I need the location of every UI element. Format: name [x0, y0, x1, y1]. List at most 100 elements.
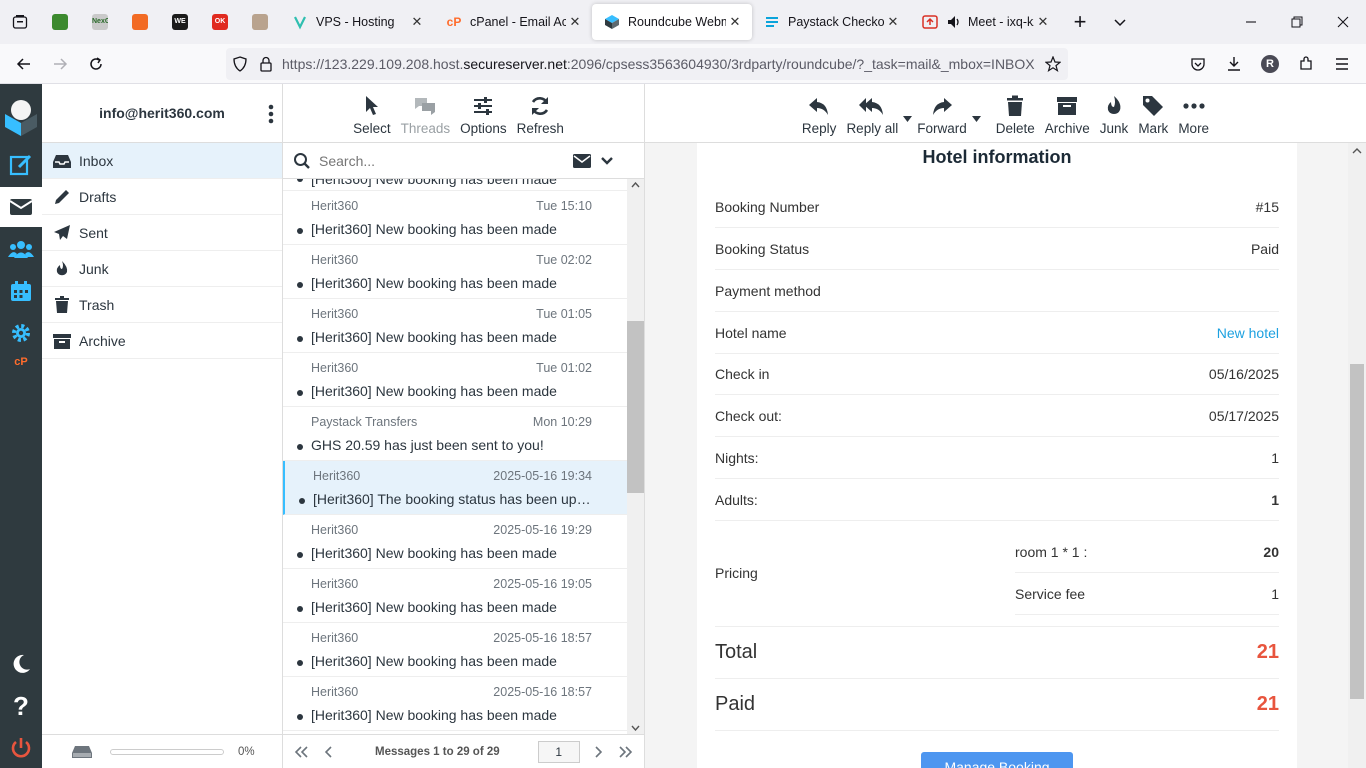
new-tab-icon[interactable]: + — [1060, 0, 1100, 44]
prev-page-icon[interactable] — [325, 745, 333, 758]
help-icon[interactable]: ? — [0, 686, 42, 726]
pinned-site-icon[interactable] — [40, 0, 80, 44]
manage-booking-button[interactable]: Manage Booking — [921, 752, 1073, 768]
close-tab-icon[interactable]: ✕ — [566, 14, 584, 30]
first-page-icon[interactable] — [293, 745, 309, 758]
folder-sent[interactable]: Sent — [42, 215, 282, 251]
tab-vps-hosting[interactable]: VPS - Hosting ✕ — [280, 4, 434, 40]
logout-power-icon[interactable] — [0, 728, 42, 768]
restore-window-icon[interactable] — [1274, 0, 1320, 44]
table-row[interactable]: Herit360 2025-05-16 19:05 [Herit360] New b… — [283, 569, 627, 623]
message-list-panel: Select Threads Options Refresh [Herit360… — [283, 84, 645, 768]
downloads-icon[interactable] — [1216, 48, 1252, 80]
table-row[interactable]: Herit360 Tue 15:10 [Herit360] New booking … — [283, 191, 627, 245]
tab-cpanel[interactable]: cP cPanel - Email Accounts ✕ — [434, 4, 592, 40]
tab-meet[interactable]: Meet - ixq-kzrb ✕ — [910, 4, 1060, 40]
table-row[interactable]: Paystack Transfers Mon 10:29 GHS 20.59 has… — [283, 407, 627, 461]
table-row[interactable]: Herit360 Tue 02:02 [Herit360] New booking … — [283, 245, 627, 299]
pinned-site-icon[interactable] — [120, 0, 160, 44]
pinned-site-icon[interactable] — [240, 0, 280, 44]
last-page-icon[interactable] — [618, 745, 634, 758]
delete-button[interactable]: Delete — [991, 90, 1040, 142]
pinned-site-icon[interactable]: WE — [160, 0, 200, 44]
unread-dot-icon — [297, 444, 303, 450]
table-row[interactable]: Herit360 Tue 01:02 [Herit360] New booking … — [283, 353, 627, 407]
table-row[interactable]: Herit360 Tue 01:05 [Herit360] New booking … — [283, 299, 627, 353]
scroll-thumb[interactable] — [627, 321, 644, 493]
table-row[interactable]: Herit360 2025-05-16 19:34 [Herit360] The b… — [283, 461, 627, 515]
list-item[interactable]: [Herit360] New booking has been made — [283, 179, 627, 191]
close-tab-icon[interactable]: ✕ — [726, 14, 744, 30]
table-row[interactable]: Herit360 2025-05-16 18:57 [Herit360] New b… — [283, 623, 627, 677]
url-bar[interactable]: https://123.229.109.208.host.secureserve… — [226, 48, 1068, 80]
junk-button[interactable]: Junk — [1095, 90, 1134, 142]
options-button[interactable]: Options — [455, 90, 512, 142]
list-tabs-chevron-icon[interactable] — [1100, 0, 1140, 44]
profile-avatar[interactable]: R — [1252, 48, 1288, 80]
cpanel-icon[interactable]: cP — [0, 347, 42, 377]
bookmark-star-icon[interactable] — [1038, 56, 1068, 72]
mark-button[interactable]: Mark — [1133, 90, 1173, 142]
reply-all-button[interactable]: Reply all — [841, 90, 913, 142]
scroll-thumb[interactable] — [1350, 364, 1364, 699]
tab-roundcube[interactable]: Roundcube Webmail ✕ — [592, 4, 752, 40]
pinned-site-icon[interactable]: NexGen — [80, 0, 120, 44]
back-arrow-icon[interactable] — [6, 48, 42, 80]
firefox-view-icon[interactable] — [0, 0, 40, 44]
select-button[interactable]: Select — [348, 90, 396, 142]
table-row[interactable]: Herit360 2025-05-16 19:29 [Herit360] New b… — [283, 515, 627, 569]
folder-drafts[interactable]: Drafts — [42, 179, 282, 215]
pocket-icon[interactable] — [1180, 48, 1216, 80]
content-scrollbar[interactable] — [1348, 143, 1366, 768]
more-button[interactable]: More — [1173, 90, 1214, 142]
lock-icon[interactable] — [254, 56, 278, 72]
tracking-shield-icon[interactable] — [226, 56, 254, 72]
hotel-name-link[interactable]: New hotel — [1217, 325, 1279, 341]
close-tab-icon[interactable]: ✕ — [1034, 14, 1052, 30]
close-tab-icon[interactable]: ✕ — [408, 14, 426, 30]
page-number-input[interactable] — [537, 740, 580, 763]
search-input[interactable] — [319, 152, 569, 169]
message-subject: [Herit360] The booking status has been u… — [313, 491, 595, 507]
threads-button[interactable]: Threads — [396, 90, 456, 142]
vps-favicon-icon — [292, 14, 308, 30]
search-options-chevron-icon[interactable] — [601, 156, 613, 166]
scroll-up-icon[interactable] — [1352, 148, 1362, 154]
account-menu-icon[interactable] — [268, 104, 274, 124]
speaker-icon[interactable] — [946, 14, 962, 30]
close-tab-icon[interactable]: ✕ — [884, 14, 902, 30]
hamburger-menu-icon[interactable] — [1324, 48, 1360, 80]
message-list-scrollbar[interactable] — [627, 179, 644, 734]
folder-trash[interactable]: Trash — [42, 287, 282, 323]
contacts-icon[interactable] — [0, 229, 42, 269]
roundcube-logo[interactable] — [0, 94, 42, 138]
forward-arrow-icon[interactable] — [42, 48, 78, 80]
scroll-down-icon[interactable] — [631, 725, 640, 731]
close-window-icon[interactable] — [1320, 0, 1366, 44]
refresh-button[interactable]: Refresh — [512, 90, 569, 142]
reply-button[interactable]: Reply — [797, 90, 842, 142]
dark-mode-moon-icon[interactable] — [0, 644, 42, 684]
folder-inbox[interactable]: Inbox — [42, 143, 282, 179]
reply-all-dropdown-icon[interactable] — [903, 116, 913, 126]
forward-dropdown-icon[interactable] — [971, 116, 981, 126]
next-page-icon[interactable] — [594, 745, 602, 758]
envelope-icon[interactable] — [573, 153, 591, 168]
folder-archive[interactable]: Archive — [42, 323, 282, 359]
message-sender: Herit360 — [311, 577, 359, 591]
pinned-site-icon[interactable]: OK — [200, 0, 240, 44]
message-date: 2025-05-16 18:57 — [493, 631, 592, 645]
tab-paystack[interactable]: Paystack Checkout ✕ — [752, 4, 910, 40]
search-icon — [293, 152, 311, 170]
compose-icon[interactable] — [0, 145, 42, 185]
minimize-window-icon[interactable] — [1228, 0, 1274, 44]
folder-junk[interactable]: Junk — [42, 251, 282, 287]
forward-button[interactable]: Forward — [912, 90, 981, 142]
scroll-up-icon[interactable] — [631, 182, 640, 188]
calendar-icon[interactable] — [0, 271, 42, 311]
reload-icon[interactable] — [78, 48, 114, 80]
extensions-icon[interactable] — [1288, 48, 1324, 80]
table-row[interactable]: Herit360 2025-05-16 18:57 [Herit360] New b… — [283, 677, 627, 731]
archive-button[interactable]: Archive — [1040, 90, 1095, 142]
mail-icon[interactable] — [0, 187, 42, 227]
